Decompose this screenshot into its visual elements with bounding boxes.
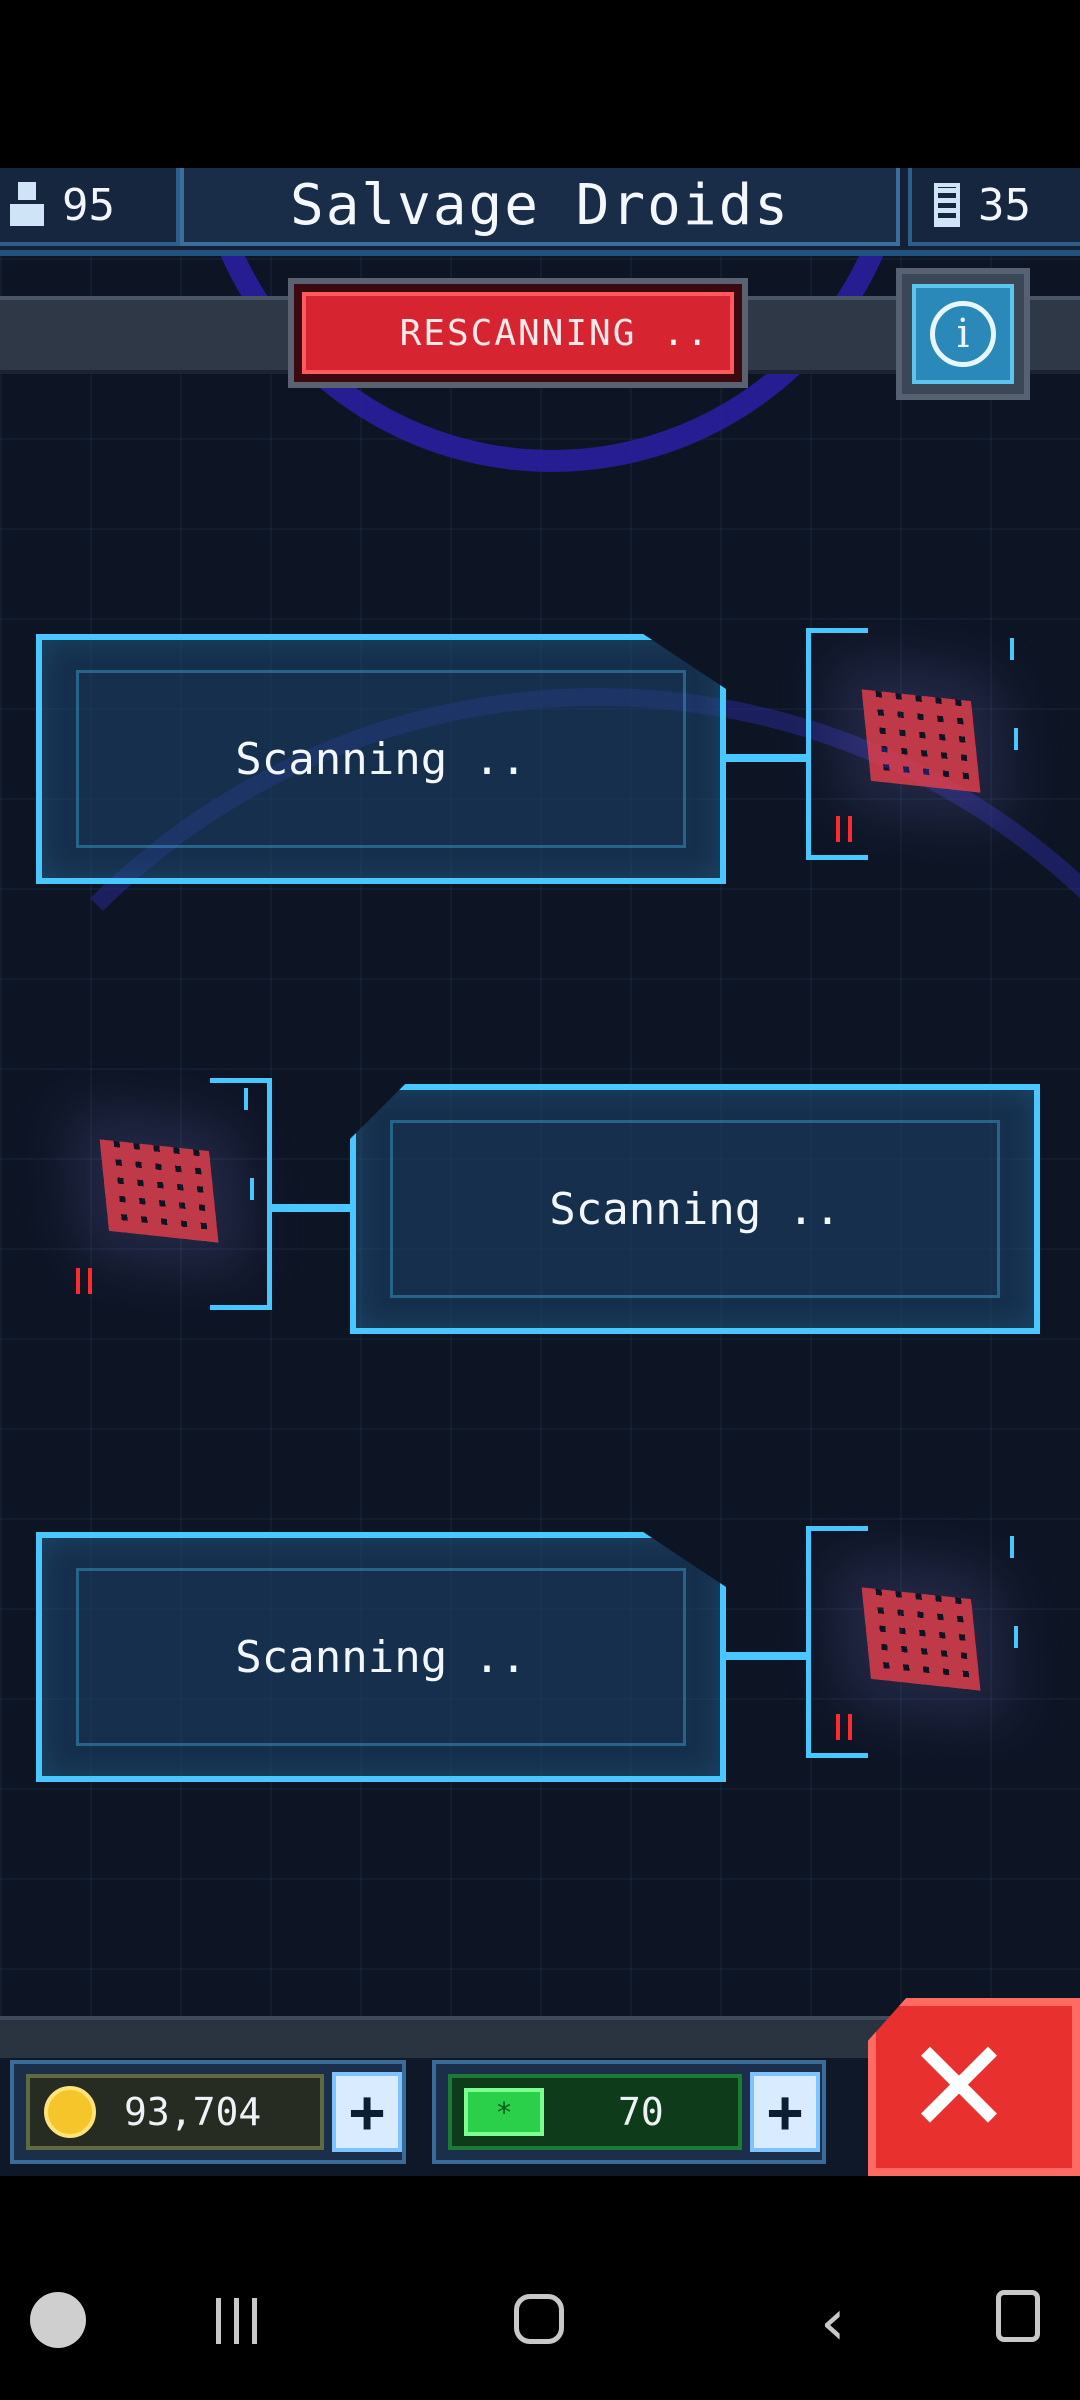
- top-bar: 95 Salvage Droids 35: [0, 168, 1080, 256]
- gem-balance: 70: [618, 2090, 664, 2134]
- coin-panel: 93,704 +: [10, 2060, 406, 2164]
- orbit-arc-lower: [0, 688, 1080, 2124]
- slot-connector: [272, 1204, 352, 1212]
- gem-panel: * 70 +: [432, 2060, 826, 2164]
- scan-slot-3[interactable]: Scanning ..: [36, 1532, 726, 1782]
- rescan-label: RESCANNING: [399, 312, 637, 354]
- back-icon[interactable]: ‹: [820, 2286, 846, 2360]
- slot-bracket-top: [210, 1078, 272, 1083]
- gem-icon: *: [464, 2088, 544, 2136]
- scan-slot-status: Scanning ..: [235, 1631, 527, 1683]
- droid-stack-icon: [934, 183, 960, 227]
- person-icon: [10, 182, 44, 228]
- scan-slot-status: Scanning ..: [235, 733, 527, 785]
- scan-slot-1[interactable]: Scanning ..: [36, 634, 726, 884]
- signal-tick: [250, 1178, 264, 1200]
- rescan-button[interactable]: RESCANNING ..: [288, 278, 748, 388]
- signal-marker: [836, 816, 852, 842]
- signal-tick: [1014, 1626, 1028, 1648]
- slot-bracket: [806, 1526, 811, 1758]
- coin-field: 93,704: [26, 2074, 324, 2150]
- slot-bracket-top: [806, 1526, 868, 1531]
- slot-bracket: [806, 628, 811, 860]
- coin-icon: [44, 2086, 96, 2138]
- signal-tick: [1010, 1536, 1024, 1558]
- slot-bracket-top: [806, 628, 868, 633]
- slot-bracket: [267, 1078, 272, 1310]
- slot-bracket-bottom: [806, 1753, 868, 1758]
- crew-counter: 95: [0, 168, 180, 246]
- droid-signal-1: [861, 689, 981, 793]
- rescan-button-face: RESCANNING ..: [302, 292, 734, 374]
- info-icon: i: [930, 301, 996, 367]
- droid-count: 35: [978, 179, 1031, 231]
- buy-gems-button[interactable]: +: [750, 2072, 820, 2152]
- close-button[interactable]: ✕: [868, 1998, 1080, 2176]
- signal-tick: [244, 1088, 258, 1110]
- info-button-face: i: [912, 284, 1014, 384]
- gem-field: * 70: [448, 2074, 742, 2150]
- page-title: Salvage Droids: [180, 168, 900, 246]
- system-nav-bar: ‹: [0, 2246, 1080, 2400]
- home-icon[interactable]: [514, 2294, 564, 2344]
- slot-connector: [726, 1652, 806, 1660]
- close-icon: ✕: [904, 2011, 1014, 2163]
- slot-connector: [726, 754, 806, 762]
- gesture-lock-icon[interactable]: [996, 2290, 1040, 2342]
- game-screen: 95 Salvage Droids 35 RESCANNING .. i Sca…: [0, 168, 1080, 2176]
- recent-apps-icon[interactable]: [212, 2296, 262, 2346]
- droid-signal-3: [861, 1587, 981, 1691]
- signal-tick: [1010, 638, 1024, 660]
- droid-counter: 35: [908, 168, 1080, 246]
- scan-slot-status: Scanning ..: [549, 1183, 841, 1235]
- buy-coins-button[interactable]: +: [332, 2072, 402, 2152]
- crew-count: 95: [62, 179, 115, 231]
- scan-slot-2[interactable]: Scanning ..: [350, 1084, 1040, 1334]
- signal-marker: [76, 1268, 92, 1294]
- rescan-dots: ..: [662, 313, 710, 354]
- slot-bracket-bottom: [806, 855, 868, 860]
- coin-balance: 93,704: [124, 2090, 262, 2134]
- info-button[interactable]: i: [896, 268, 1030, 400]
- game-tools-icon[interactable]: [30, 2292, 86, 2348]
- droid-signal-2: [99, 1139, 219, 1243]
- signal-marker: [836, 1714, 852, 1740]
- signal-tick: [1014, 728, 1028, 750]
- slot-bracket-bottom: [210, 1305, 272, 1310]
